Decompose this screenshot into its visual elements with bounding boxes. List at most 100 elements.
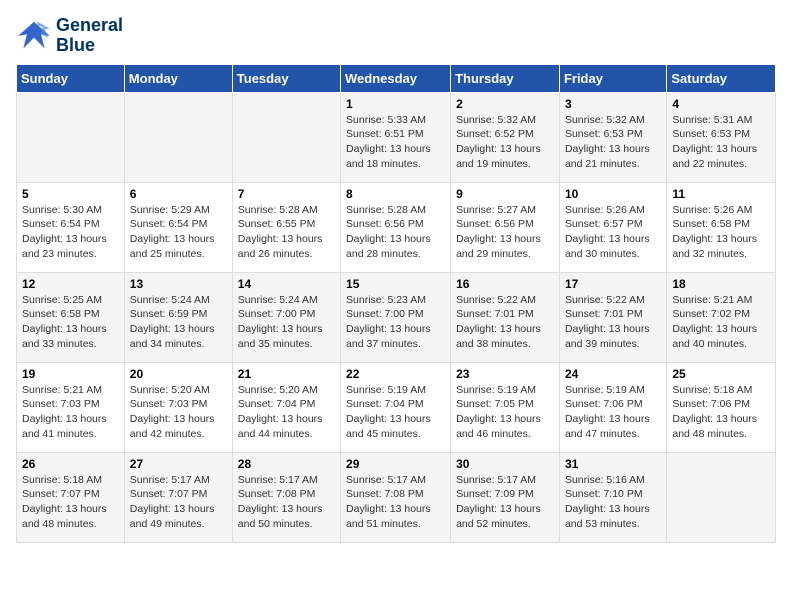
- calendar-cell: 7 Sunrise: 5:28 AMSunset: 6:55 PMDaylight…: [232, 182, 340, 272]
- calendar-cell: 20Sunrise: 5:20 AMSunset: 7:03 PMDayligh…: [124, 362, 232, 452]
- day-info: Sunrise: 5:24 AMSunset: 6:59 PMDaylight:…: [130, 293, 227, 352]
- calendar-cell: 19Sunrise: 5:21 AMSunset: 7:03 PMDayligh…: [17, 362, 125, 452]
- day-info: Sunrise: 5:32 AMSunset: 6:53 PMDaylight:…: [565, 113, 661, 172]
- day-info: Sunrise: 5:17 AMSunset: 7:07 PMDaylight:…: [130, 473, 227, 532]
- day-info: Sunrise: 5:18 AMSunset: 7:06 PMDaylight:…: [672, 383, 770, 442]
- calendar-cell: 17 Sunrise: 5:22 AMSunset: 7:01 PMDayligh…: [559, 272, 666, 362]
- day-number: 13: [130, 277, 227, 291]
- day-number: 17: [565, 277, 661, 291]
- day-info: Sunrise: 5:20 AMSunset: 7:04 PMDaylight:…: [238, 383, 335, 442]
- day-info: Sunrise: 5:17 AMSunset: 7:09 PMDaylight:…: [456, 473, 554, 532]
- week-row-5: 26 Sunrise: 5:18 AMSunset: 7:07 PMDayligh…: [17, 452, 776, 542]
- logo: General Blue: [16, 16, 123, 56]
- day-number: 15: [346, 277, 445, 291]
- calendar-cell: 15 Sunrise: 5:23 AMSunset: 7:00 PMDayligh…: [341, 272, 451, 362]
- day-number: 12: [22, 277, 119, 291]
- page-header: General Blue: [16, 16, 776, 56]
- day-info: Sunrise: 5:25 AMSunset: 6:58 PMDaylight:…: [22, 293, 119, 352]
- day-number: 2: [456, 97, 554, 111]
- day-info: Sunrise: 5:16 AMSunset: 7:10 PMDaylight:…: [565, 473, 661, 532]
- day-info: Sunrise: 5:21 AMSunset: 7:02 PMDaylight:…: [672, 293, 770, 352]
- header-thursday: Thursday: [451, 64, 560, 92]
- calendar-cell: 24 Sunrise: 5:19 AMSunset: 7:06 PMDayligh…: [559, 362, 666, 452]
- day-number: 3: [565, 97, 661, 111]
- calendar-cell: 25 Sunrise: 5:18 AMSunset: 7:06 PMDayligh…: [667, 362, 776, 452]
- calendar-cell: 21 Sunrise: 5:20 AMSunset: 7:04 PMDayligh…: [232, 362, 340, 452]
- day-info: Sunrise: 5:32 AMSunset: 6:52 PMDaylight:…: [456, 113, 554, 172]
- calendar-cell: 31Sunrise: 5:16 AMSunset: 7:10 PMDayligh…: [559, 452, 666, 542]
- weekday-header-row: SundayMondayTuesdayWednesdayThursdayFrid…: [17, 64, 776, 92]
- calendar-cell: 28Sunrise: 5:17 AMSunset: 7:08 PMDayligh…: [232, 452, 340, 542]
- calendar-cell: 3 Sunrise: 5:32 AMSunset: 6:53 PMDaylight…: [559, 92, 666, 182]
- day-number: 9: [456, 187, 554, 201]
- calendar-cell: 18Sunrise: 5:21 AMSunset: 7:02 PMDayligh…: [667, 272, 776, 362]
- day-info: Sunrise: 5:33 AMSunset: 6:51 PMDaylight:…: [346, 113, 445, 172]
- day-number: 28: [238, 457, 335, 471]
- day-info: Sunrise: 5:21 AMSunset: 7:03 PMDaylight:…: [22, 383, 119, 442]
- day-number: 1: [346, 97, 445, 111]
- day-number: 27: [130, 457, 227, 471]
- calendar-cell: 22 Sunrise: 5:19 AMSunset: 7:04 PMDayligh…: [341, 362, 451, 452]
- week-row-2: 5 Sunrise: 5:30 AMSunset: 6:54 PMDaylight…: [17, 182, 776, 272]
- week-row-3: 12 Sunrise: 5:25 AMSunset: 6:58 PMDayligh…: [17, 272, 776, 362]
- week-row-1: 1 Sunrise: 5:33 AMSunset: 6:51 PMDaylight…: [17, 92, 776, 182]
- day-number: 23: [456, 367, 554, 381]
- day-number: 8: [346, 187, 445, 201]
- calendar-cell: [667, 452, 776, 542]
- calendar-cell: 10 Sunrise: 5:26 AMSunset: 6:57 PMDayligh…: [559, 182, 666, 272]
- day-info: Sunrise: 5:28 AMSunset: 6:56 PMDaylight:…: [346, 203, 445, 262]
- week-row-4: 19Sunrise: 5:21 AMSunset: 7:03 PMDayligh…: [17, 362, 776, 452]
- day-number: 4: [672, 97, 770, 111]
- calendar-cell: 13 Sunrise: 5:24 AMSunset: 6:59 PMDayligh…: [124, 272, 232, 362]
- day-info: Sunrise: 5:18 AMSunset: 7:07 PMDaylight:…: [22, 473, 119, 532]
- calendar-cell: 14 Sunrise: 5:24 AMSunset: 7:00 PMDayligh…: [232, 272, 340, 362]
- calendar-cell: [232, 92, 340, 182]
- day-number: 30: [456, 457, 554, 471]
- day-info: Sunrise: 5:30 AMSunset: 6:54 PMDaylight:…: [22, 203, 119, 262]
- calendar-cell: 23Sunrise: 5:19 AMSunset: 7:05 PMDayligh…: [451, 362, 560, 452]
- day-number: 7: [238, 187, 335, 201]
- calendar-cell: 30 Sunrise: 5:17 AMSunset: 7:09 PMDayligh…: [451, 452, 560, 542]
- calendar-cell: 11Sunrise: 5:26 AMSunset: 6:58 PMDayligh…: [667, 182, 776, 272]
- day-info: Sunrise: 5:23 AMSunset: 7:00 PMDaylight:…: [346, 293, 445, 352]
- day-info: Sunrise: 5:20 AMSunset: 7:03 PMDaylight:…: [130, 383, 227, 442]
- day-info: Sunrise: 5:19 AMSunset: 7:04 PMDaylight:…: [346, 383, 445, 442]
- day-info: Sunrise: 5:17 AMSunset: 7:08 PMDaylight:…: [346, 473, 445, 532]
- day-info: Sunrise: 5:26 AMSunset: 6:57 PMDaylight:…: [565, 203, 661, 262]
- day-number: 29: [346, 457, 445, 471]
- calendar-cell: 9 Sunrise: 5:27 AMSunset: 6:56 PMDaylight…: [451, 182, 560, 272]
- calendar-cell: 8 Sunrise: 5:28 AMSunset: 6:56 PMDaylight…: [341, 182, 451, 272]
- calendar-cell: 2 Sunrise: 5:32 AMSunset: 6:52 PMDaylight…: [451, 92, 560, 182]
- day-number: 5: [22, 187, 119, 201]
- calendar-cell: 26 Sunrise: 5:18 AMSunset: 7:07 PMDayligh…: [17, 452, 125, 542]
- day-info: Sunrise: 5:19 AMSunset: 7:06 PMDaylight:…: [565, 383, 661, 442]
- day-info: Sunrise: 5:27 AMSunset: 6:56 PMDaylight:…: [456, 203, 554, 262]
- calendar-cell: [17, 92, 125, 182]
- header-tuesday: Tuesday: [232, 64, 340, 92]
- day-number: 14: [238, 277, 335, 291]
- calendar-cell: 6 Sunrise: 5:29 AMSunset: 6:54 PMDaylight…: [124, 182, 232, 272]
- day-info: Sunrise: 5:24 AMSunset: 7:00 PMDaylight:…: [238, 293, 335, 352]
- day-number: 26: [22, 457, 119, 471]
- day-info: Sunrise: 5:26 AMSunset: 6:58 PMDaylight:…: [672, 203, 770, 262]
- day-info: Sunrise: 5:29 AMSunset: 6:54 PMDaylight:…: [130, 203, 227, 262]
- day-number: 6: [130, 187, 227, 201]
- day-info: Sunrise: 5:22 AMSunset: 7:01 PMDaylight:…: [456, 293, 554, 352]
- logo-text: General Blue: [56, 16, 123, 56]
- logo-icon: [16, 20, 52, 52]
- calendar-cell: 27 Sunrise: 5:17 AMSunset: 7:07 PMDayligh…: [124, 452, 232, 542]
- calendar-cell: 1 Sunrise: 5:33 AMSunset: 6:51 PMDaylight…: [341, 92, 451, 182]
- calendar-table: SundayMondayTuesdayWednesdayThursdayFrid…: [16, 64, 776, 543]
- header-friday: Friday: [559, 64, 666, 92]
- calendar-cell: 5 Sunrise: 5:30 AMSunset: 6:54 PMDaylight…: [17, 182, 125, 272]
- day-info: Sunrise: 5:22 AMSunset: 7:01 PMDaylight:…: [565, 293, 661, 352]
- day-number: 22: [346, 367, 445, 381]
- calendar-cell: 4 Sunrise: 5:31 AMSunset: 6:53 PMDaylight…: [667, 92, 776, 182]
- day-info: Sunrise: 5:28 AMSunset: 6:55 PMDaylight:…: [238, 203, 335, 262]
- day-number: 21: [238, 367, 335, 381]
- day-number: 16: [456, 277, 554, 291]
- day-number: 25: [672, 367, 770, 381]
- day-number: 24: [565, 367, 661, 381]
- day-number: 10: [565, 187, 661, 201]
- day-info: Sunrise: 5:31 AMSunset: 6:53 PMDaylight:…: [672, 113, 770, 172]
